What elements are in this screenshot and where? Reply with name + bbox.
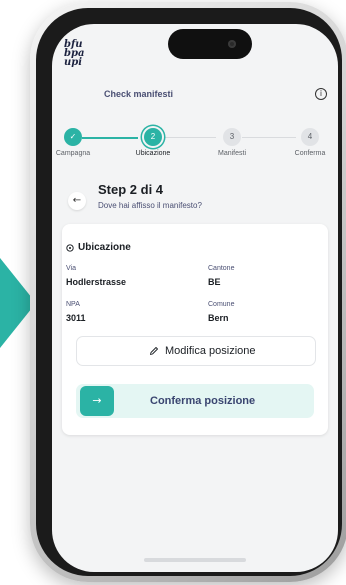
arrow-left-icon: ← xyxy=(72,195,82,206)
logo-line-upi: upi xyxy=(64,57,83,68)
modify-position-button[interactable]: Modifica posizione xyxy=(76,336,316,366)
modify-position-label: Modifica posizione xyxy=(165,345,256,357)
home-indicator xyxy=(144,558,246,562)
app-screen: bfu bpa upi Check manifesti i ✓ Campagna… xyxy=(52,24,338,572)
step-3-label: Manifesti xyxy=(217,150,247,157)
step-1-label: Campagna xyxy=(55,150,91,157)
step-2-label: Ubicazione xyxy=(135,150,171,157)
via-value: Hodlerstrasse xyxy=(66,277,127,287)
step-header: ← Step 2 di 4 Dove hai affisso il manife… xyxy=(52,182,338,218)
step-4-indicator[interactable]: 4 xyxy=(301,128,319,146)
phone-bezel: bfu bpa upi Check manifesti i ✓ Campagna… xyxy=(36,8,342,576)
step-3-indicator[interactable]: 3 xyxy=(223,128,241,146)
location-pin-icon xyxy=(66,244,74,252)
cantone-label: Cantone xyxy=(208,265,235,272)
step-2-indicator[interactable]: 2 xyxy=(144,128,162,146)
step-connector-3 xyxy=(242,137,296,138)
step-subtitle: Dove hai affisso il manifesto? xyxy=(98,201,202,210)
via-label: Via xyxy=(66,265,76,272)
confirm-position-button[interactable]: → Conferma posizione xyxy=(76,384,314,418)
npa-value: 3011 xyxy=(66,313,86,323)
location-card-title: Ubicazione xyxy=(78,242,131,253)
step-title: Step 2 di 4 xyxy=(98,182,164,197)
info-icon[interactable]: i xyxy=(315,88,327,100)
step-connector-2 xyxy=(162,137,216,138)
dynamic-island xyxy=(168,29,252,59)
arrow-right-icon: → xyxy=(80,386,114,416)
bfu-logo: bfu bpa upi xyxy=(64,40,94,72)
step-connector-1 xyxy=(82,137,138,139)
comune-value: Bern xyxy=(208,313,229,323)
app-title: Check manifesti xyxy=(104,89,174,99)
progress-stepper: ✓ Campagna 2 Ubicazione 3 Manifesti 4 Co… xyxy=(52,128,338,172)
confirm-position-label: Conferma posizione xyxy=(150,395,256,407)
location-card: Ubicazione Via Hodlerstrasse Cantone BE … xyxy=(62,224,328,435)
step-4-label: Conferma xyxy=(294,150,326,157)
cantone-value: BE xyxy=(208,277,221,287)
camera-icon xyxy=(228,40,236,48)
npa-label: NPA xyxy=(66,301,80,308)
phone-frame: bfu bpa upi Check manifesti i ✓ Campagna… xyxy=(30,2,346,582)
back-button[interactable]: ← xyxy=(68,192,86,210)
pencil-icon xyxy=(150,347,158,355)
step-1-check-icon[interactable]: ✓ xyxy=(64,128,82,146)
comune-label: Comune xyxy=(208,301,235,308)
